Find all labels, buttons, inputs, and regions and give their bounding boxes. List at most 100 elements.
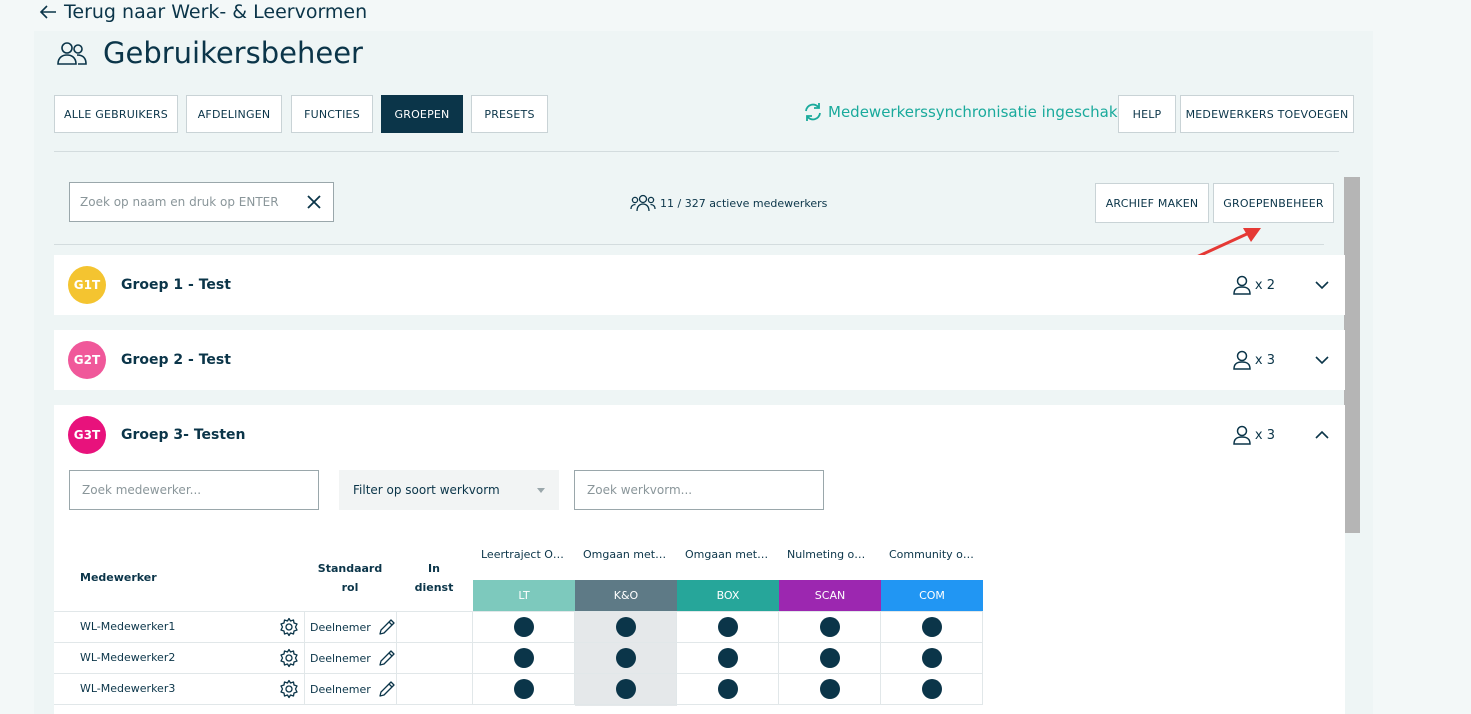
pencil-icon[interactable]: [377, 648, 397, 668]
divider: [54, 151, 1339, 152]
member-count: x 3: [1232, 424, 1275, 446]
column-header-employed: In dienst: [400, 560, 468, 597]
tab-afdelingen[interactable]: AFDELINGEN: [186, 95, 282, 133]
row-divider: [54, 611, 983, 612]
scrollbar[interactable]: [1344, 177, 1360, 533]
chevron-down-icon[interactable]: [1313, 276, 1331, 294]
search-input[interactable]: [80, 195, 305, 209]
employee-name: WL-Medewerker3: [80, 682, 176, 695]
workform-title: Omgaan met A...: [583, 548, 677, 561]
column-header-role-line1: Standaard: [317, 562, 383, 575]
group-management-button[interactable]: GROEPENBEHEER: [1213, 183, 1334, 223]
assignment-dot[interactable]: [820, 648, 840, 668]
assignment-dot[interactable]: [820, 617, 840, 637]
workform-badge-box: BOX: [677, 580, 779, 611]
role-cell: Deelnemer: [310, 679, 397, 699]
group-card-2[interactable]: G2T Groep 2 - Test x 3: [54, 330, 1345, 390]
page-title: Gebruikersbeheer: [103, 36, 363, 70]
assignment-dot[interactable]: [718, 648, 738, 668]
employee-search-input[interactable]: [82, 483, 306, 497]
workform-search-input[interactable]: [587, 483, 811, 497]
assignment-dot[interactable]: [922, 617, 942, 637]
column-header-role: Standaard rol: [312, 560, 388, 597]
assignment-dot[interactable]: [616, 679, 636, 699]
chevron-down-icon[interactable]: [1313, 351, 1331, 369]
avatar: G3T: [68, 416, 106, 454]
group-icon: [630, 194, 656, 212]
back-link-label: Terug naar Werk- & Leervormen: [64, 1, 368, 23]
tab-alle-gebruikers[interactable]: ALLE GEBRUIKERS: [54, 95, 178, 133]
member-count-label: x 3: [1254, 352, 1275, 368]
workform-title: Nulmeting omg...: [787, 548, 881, 561]
row-divider: [54, 642, 983, 643]
workform-badge-lt: LT: [473, 580, 575, 611]
employee-name: WL-Medewerker1: [80, 620, 176, 633]
role-cell: Deelnemer: [310, 648, 397, 668]
divider: [54, 244, 1324, 245]
group-header[interactable]: G3T Groep 3- Testen x 3: [54, 405, 1345, 465]
workform-type-select-label: Filter op soort werkvorm: [353, 483, 500, 497]
assignment-dot[interactable]: [718, 679, 738, 699]
row-divider: [54, 673, 983, 674]
assignment-dot[interactable]: [514, 648, 534, 668]
column-divider: [472, 611, 473, 705]
user-icon: [1233, 350, 1251, 370]
column-divider: [778, 611, 779, 705]
member-count-label: x 3: [1254, 427, 1275, 443]
group-name: Groep 3- Testen: [121, 427, 246, 443]
role-label: Deelnemer: [310, 651, 371, 665]
workform-badge-scan: SCAN: [779, 580, 881, 611]
back-link[interactable]: Terug naar Werk- & Leervormen: [38, 1, 367, 23]
assignment-dot[interactable]: [616, 648, 636, 668]
arrow-left-icon: [39, 5, 56, 19]
row-divider: [54, 704, 983, 705]
column-divider: [574, 611, 575, 705]
help-button[interactable]: HELP: [1118, 95, 1176, 133]
active-employee-count: 11 / 327 actieve medewerkers: [630, 193, 827, 213]
assignment-dot[interactable]: [820, 679, 840, 699]
group-name: Groep 2 - Test: [121, 352, 231, 368]
assignment-dot[interactable]: [616, 617, 636, 637]
search-box: [69, 182, 334, 222]
archive-button[interactable]: ARCHIEF MAKEN: [1095, 183, 1209, 223]
gear-icon[interactable]: [279, 648, 299, 668]
member-count: x 2: [1232, 274, 1275, 296]
role-cell: Deelnemer: [310, 617, 397, 637]
workform-type-select[interactable]: Filter op soort werkvorm: [339, 470, 559, 510]
avatar: G2T: [68, 341, 106, 379]
users-icon: [57, 42, 87, 65]
sync-icon: [805, 103, 821, 121]
tab-groepen[interactable]: GROEPEN: [381, 95, 463, 133]
column-divider: [880, 611, 881, 705]
assignment-dot[interactable]: [922, 648, 942, 668]
gear-icon[interactable]: [279, 679, 299, 699]
column-header-employee: Medewerker: [80, 571, 157, 584]
add-employees-button[interactable]: MEDEWERKERS TOEVOEGEN: [1180, 95, 1354, 133]
group-name: Groep 1 - Test: [121, 277, 231, 293]
role-label: Deelnemer: [310, 682, 371, 696]
pencil-icon[interactable]: [377, 617, 397, 637]
employee-name: WL-Medewerker2: [80, 651, 176, 664]
close-icon[interactable]: [305, 193, 323, 211]
column-header-employed-line2: dienst: [414, 581, 454, 594]
pencil-icon[interactable]: [377, 679, 397, 699]
avatar: G1T: [68, 266, 106, 304]
assignment-dot[interactable]: [718, 617, 738, 637]
assignment-dot[interactable]: [922, 679, 942, 699]
member-count: x 3: [1232, 349, 1275, 371]
page-header: Gebruikersbeheer: [55, 36, 363, 70]
workform-search-box: [574, 470, 824, 510]
sync-status-label: Medewerkerssynchronisatie ingeschakeld: [828, 103, 1140, 121]
chevron-up-icon[interactable]: [1313, 426, 1331, 444]
group-card-1[interactable]: G1T Groep 1 - Test x 2: [54, 255, 1345, 315]
active-count-label: 11 / 327 actieve medewerkers: [660, 196, 828, 210]
assignment-dot[interactable]: [514, 617, 534, 637]
tab-presets[interactable]: PRESETS: [471, 95, 548, 133]
workform-title: Leertraject Om...: [481, 548, 575, 561]
column-header-role-line2: rol: [341, 581, 359, 594]
gear-icon[interactable]: [279, 617, 299, 637]
column-divider: [676, 611, 677, 705]
assignment-dot[interactable]: [514, 679, 534, 699]
tab-functies[interactable]: FUNCTIES: [291, 95, 373, 133]
workform-title: Omgaan met a...: [685, 548, 778, 561]
